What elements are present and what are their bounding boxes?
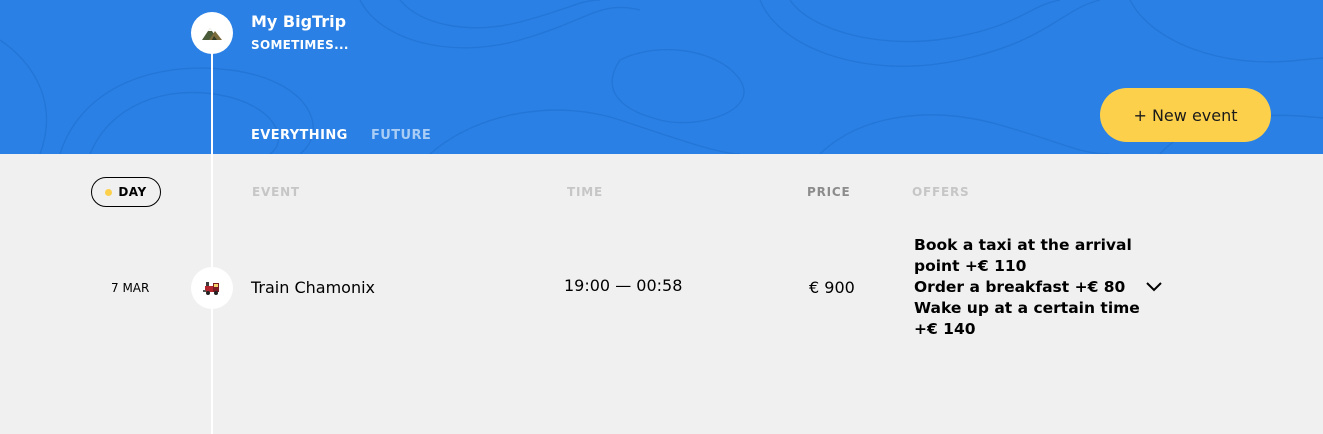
column-header-offers: OFFERS [912, 185, 970, 199]
event-date: 7 MAR [111, 281, 150, 295]
timeline-line [211, 34, 213, 434]
offer-item: Book a taxi at the arrival point +€ 110 [914, 236, 1132, 275]
active-dot-icon [105, 188, 113, 196]
expand-event-button[interactable] [1143, 276, 1165, 298]
offer-item: Wake up at a certain time +€ 140 [914, 299, 1140, 338]
trip-title: My BigTrip [251, 12, 347, 31]
offers-list: Book a taxi at the arrival point +€ 110 … [914, 235, 1154, 340]
filter-future[interactable]: FUTURE [371, 128, 431, 143]
trip-subtitle: SOMETIMES... [251, 38, 349, 52]
column-header-time[interactable]: TIME [567, 185, 603, 199]
new-event-button[interactable]: + New event [1100, 88, 1271, 142]
event-title: Train Chamonix [251, 278, 376, 297]
offer-item: Order a breakfast +€ 80 [914, 278, 1126, 296]
filter-everything[interactable]: EVERYTHING [251, 128, 348, 143]
column-header-price[interactable]: PRICE [807, 185, 851, 199]
event-price: € 900 [809, 278, 855, 297]
sort-day-label: DAY [118, 185, 147, 199]
event-type-badge [191, 267, 233, 309]
event-time: 19:00 — 00:58 [564, 276, 683, 295]
sort-day-button[interactable]: DAY [91, 177, 161, 207]
chevron-down-icon [1146, 282, 1162, 292]
event-row[interactable]: 7 MAR Train Chamonix 19:00 — 00:58 € 900… [0, 230, 1323, 350]
train-icon [203, 282, 219, 295]
trip-logo [191, 12, 233, 54]
column-header-event[interactable]: EVENT [252, 185, 300, 199]
mountain-icon [202, 28, 222, 40]
